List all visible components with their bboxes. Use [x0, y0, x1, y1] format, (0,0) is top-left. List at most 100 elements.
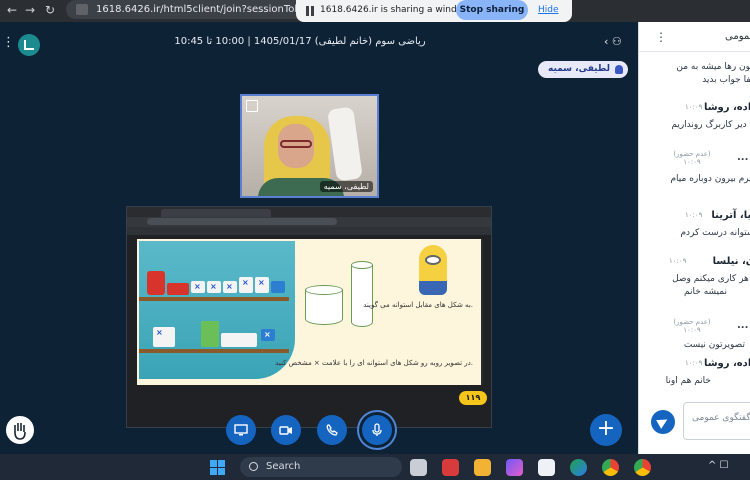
site-settings-icon[interactable]	[76, 4, 88, 15]
tall-cylinder	[351, 265, 373, 327]
sharing-banner: 1618.6426.ir is sharing a window. Stop s…	[296, 0, 572, 22]
expand-icon[interactable]	[246, 100, 258, 112]
cup: ×	[207, 281, 221, 293]
chat-options-icon[interactable]: ⋮	[655, 30, 667, 44]
search-icon	[249, 462, 258, 471]
cup: ×	[191, 281, 205, 293]
url-text: 1618.6426.ir/html5client/join?sessionTok…	[96, 4, 306, 15]
talker-name: لطیفی، سمیه	[548, 64, 610, 74]
talking-indicator: لطیفی، سمیه	[538, 61, 628, 78]
presenter-glasses	[280, 140, 312, 148]
message-time: (عدم حضور) ۱۰:۰۹	[673, 318, 711, 334]
message-time: (عدم حضور) ۱۰:۰۹	[673, 150, 711, 166]
chat-panel: ⋮ گفتگوی عمومی بهشون رها میشه به من لطفا…	[638, 22, 750, 454]
stop-sharing-button[interactable]: Stop sharing	[456, 0, 528, 20]
chat-header: ⋮ گفتگوی عمومی	[639, 22, 750, 52]
pot: ×	[153, 327, 175, 347]
minion-illustration	[419, 245, 447, 295]
meeting-area: ⋮ ریاضی سوم (خانم لطیفی) 1405/01/17 | 10…	[0, 22, 638, 454]
microphone-icon	[615, 65, 623, 74]
camera-button[interactable]	[271, 415, 301, 445]
plates	[221, 333, 257, 347]
chat-message-input[interactable]: ارسال پیام به گفتگوی عمومی	[683, 402, 750, 440]
chrome-icon[interactable]	[602, 459, 619, 476]
red-tin	[167, 283, 189, 295]
store-icon[interactable]	[538, 459, 555, 476]
forward-icon[interactable]: →	[22, 2, 38, 18]
cup: ×	[261, 329, 275, 341]
shared-bookmarks-bar	[127, 227, 491, 235]
reload-icon[interactable]: ↻	[42, 2, 58, 18]
user-list-icon[interactable]: ‹ ⚇	[604, 35, 622, 48]
message-author: زاده، روشا	[703, 102, 750, 113]
wide-cylinder-top	[305, 285, 343, 295]
send-icon[interactable]	[651, 410, 675, 434]
message-time: ۱۰:۰۹	[669, 257, 687, 265]
message-text: خانم من میرم بیرون دوباره میام	[670, 174, 750, 184]
textbook-line-2: در تصویر روبه رو شکل های استوانه ای را ب…	[275, 359, 473, 367]
screen-share-button[interactable]	[226, 415, 256, 445]
message-text: خانم کی دیر کاربرگ رونداریم	[671, 120, 750, 130]
raise-hand-icon	[14, 423, 26, 440]
hide-link[interactable]: Hide	[538, 3, 559, 17]
plus-icon[interactable]: +	[590, 414, 622, 446]
taskbar-search-label: Search	[266, 461, 301, 472]
task-view-icon[interactable]	[410, 459, 427, 476]
green-jar	[201, 321, 219, 347]
kitchen-photo: × × × × × × ×	[139, 241, 295, 379]
options-menu-icon[interactable]: ⋮	[2, 36, 15, 50]
share-pause-icon	[306, 6, 314, 16]
red-mug	[147, 271, 165, 295]
camera-icon	[279, 426, 292, 435]
microphone-icon	[372, 423, 382, 436]
textbook-line-1: به شکل های مقابل استوانه می گویند.	[363, 301, 473, 309]
webcam-name-label: لطیفی، سمیه	[319, 181, 373, 192]
message-text: خانم من هر کاری میکنم وصل	[672, 274, 750, 284]
app-logo-icon[interactable]	[18, 34, 40, 56]
lower-shelf	[139, 349, 289, 353]
message-text: تصویرتون نیست	[683, 340, 745, 350]
copilot-icon[interactable]	[506, 459, 523, 476]
cup: ×	[239, 277, 253, 293]
raise-hand-button[interactable]	[4, 414, 36, 446]
taskbar-app-icon[interactable]	[442, 459, 459, 476]
shared-browser-tabs	[127, 207, 491, 217]
message-text: خانم هم اونا	[665, 376, 711, 386]
phone-icon	[326, 424, 338, 436]
message-text: نمیشه خانم	[684, 287, 727, 297]
page-number: ۱۱۹	[459, 391, 487, 405]
shared-textbook-page: × × × × × × × به شکل های مقابل استوانه م…	[137, 239, 483, 385]
chrome-icon[interactable]	[634, 459, 651, 476]
message-author: آریان، نیلسا	[712, 256, 750, 267]
url-bar[interactable]: 1618.6426.ir/html5client/join?sessionTok…	[66, 0, 306, 19]
cup: ×	[255, 277, 269, 293]
audio-button[interactable]	[317, 415, 347, 445]
edge-icon[interactable]	[570, 459, 587, 476]
windows-taskbar: Search ^ ☐	[0, 454, 750, 480]
sharing-text: 1618.6426.ir is sharing a window.	[320, 5, 472, 15]
windows-start-icon[interactable]	[210, 460, 226, 476]
chat-title: گفتگوی عمومی	[725, 31, 750, 42]
message-author: زاده، روشا	[703, 358, 750, 369]
shared-url-bar	[127, 217, 491, 227]
message-author: ...	[737, 320, 749, 331]
minion-pants	[419, 281, 447, 295]
taskbar-search[interactable]: Search	[240, 457, 402, 477]
message-author: زمانیا، آترینا	[711, 210, 750, 221]
message-time: ۱۰:۰۹	[685, 103, 703, 111]
minion-eye	[425, 255, 441, 265]
tall-cylinder-top	[351, 261, 373, 269]
screen: ← → ↻ 1618.6426.ir/html5client/join?sess…	[0, 0, 750, 480]
system-tray-chevron-icon[interactable]: ^ ☐	[708, 460, 729, 471]
shared-tab	[161, 209, 271, 217]
file-explorer-icon[interactable]	[474, 459, 491, 476]
microphone-button[interactable]	[362, 415, 392, 445]
upper-shelf	[139, 297, 289, 301]
back-icon[interactable]: ←	[4, 2, 20, 18]
cup	[271, 281, 285, 293]
webcam-video[interactable]: لطیفی، سمیه	[240, 94, 379, 198]
screen-share-view: × × × × × × × به شکل های مقابل استوانه م…	[126, 206, 492, 428]
screen-share-icon	[234, 424, 248, 436]
message-time: ۱۰:۰۹	[685, 211, 703, 219]
meeting-title: ریاضی سوم (خانم لطیفی) 1405/01/17 | 10:0…	[174, 36, 426, 47]
